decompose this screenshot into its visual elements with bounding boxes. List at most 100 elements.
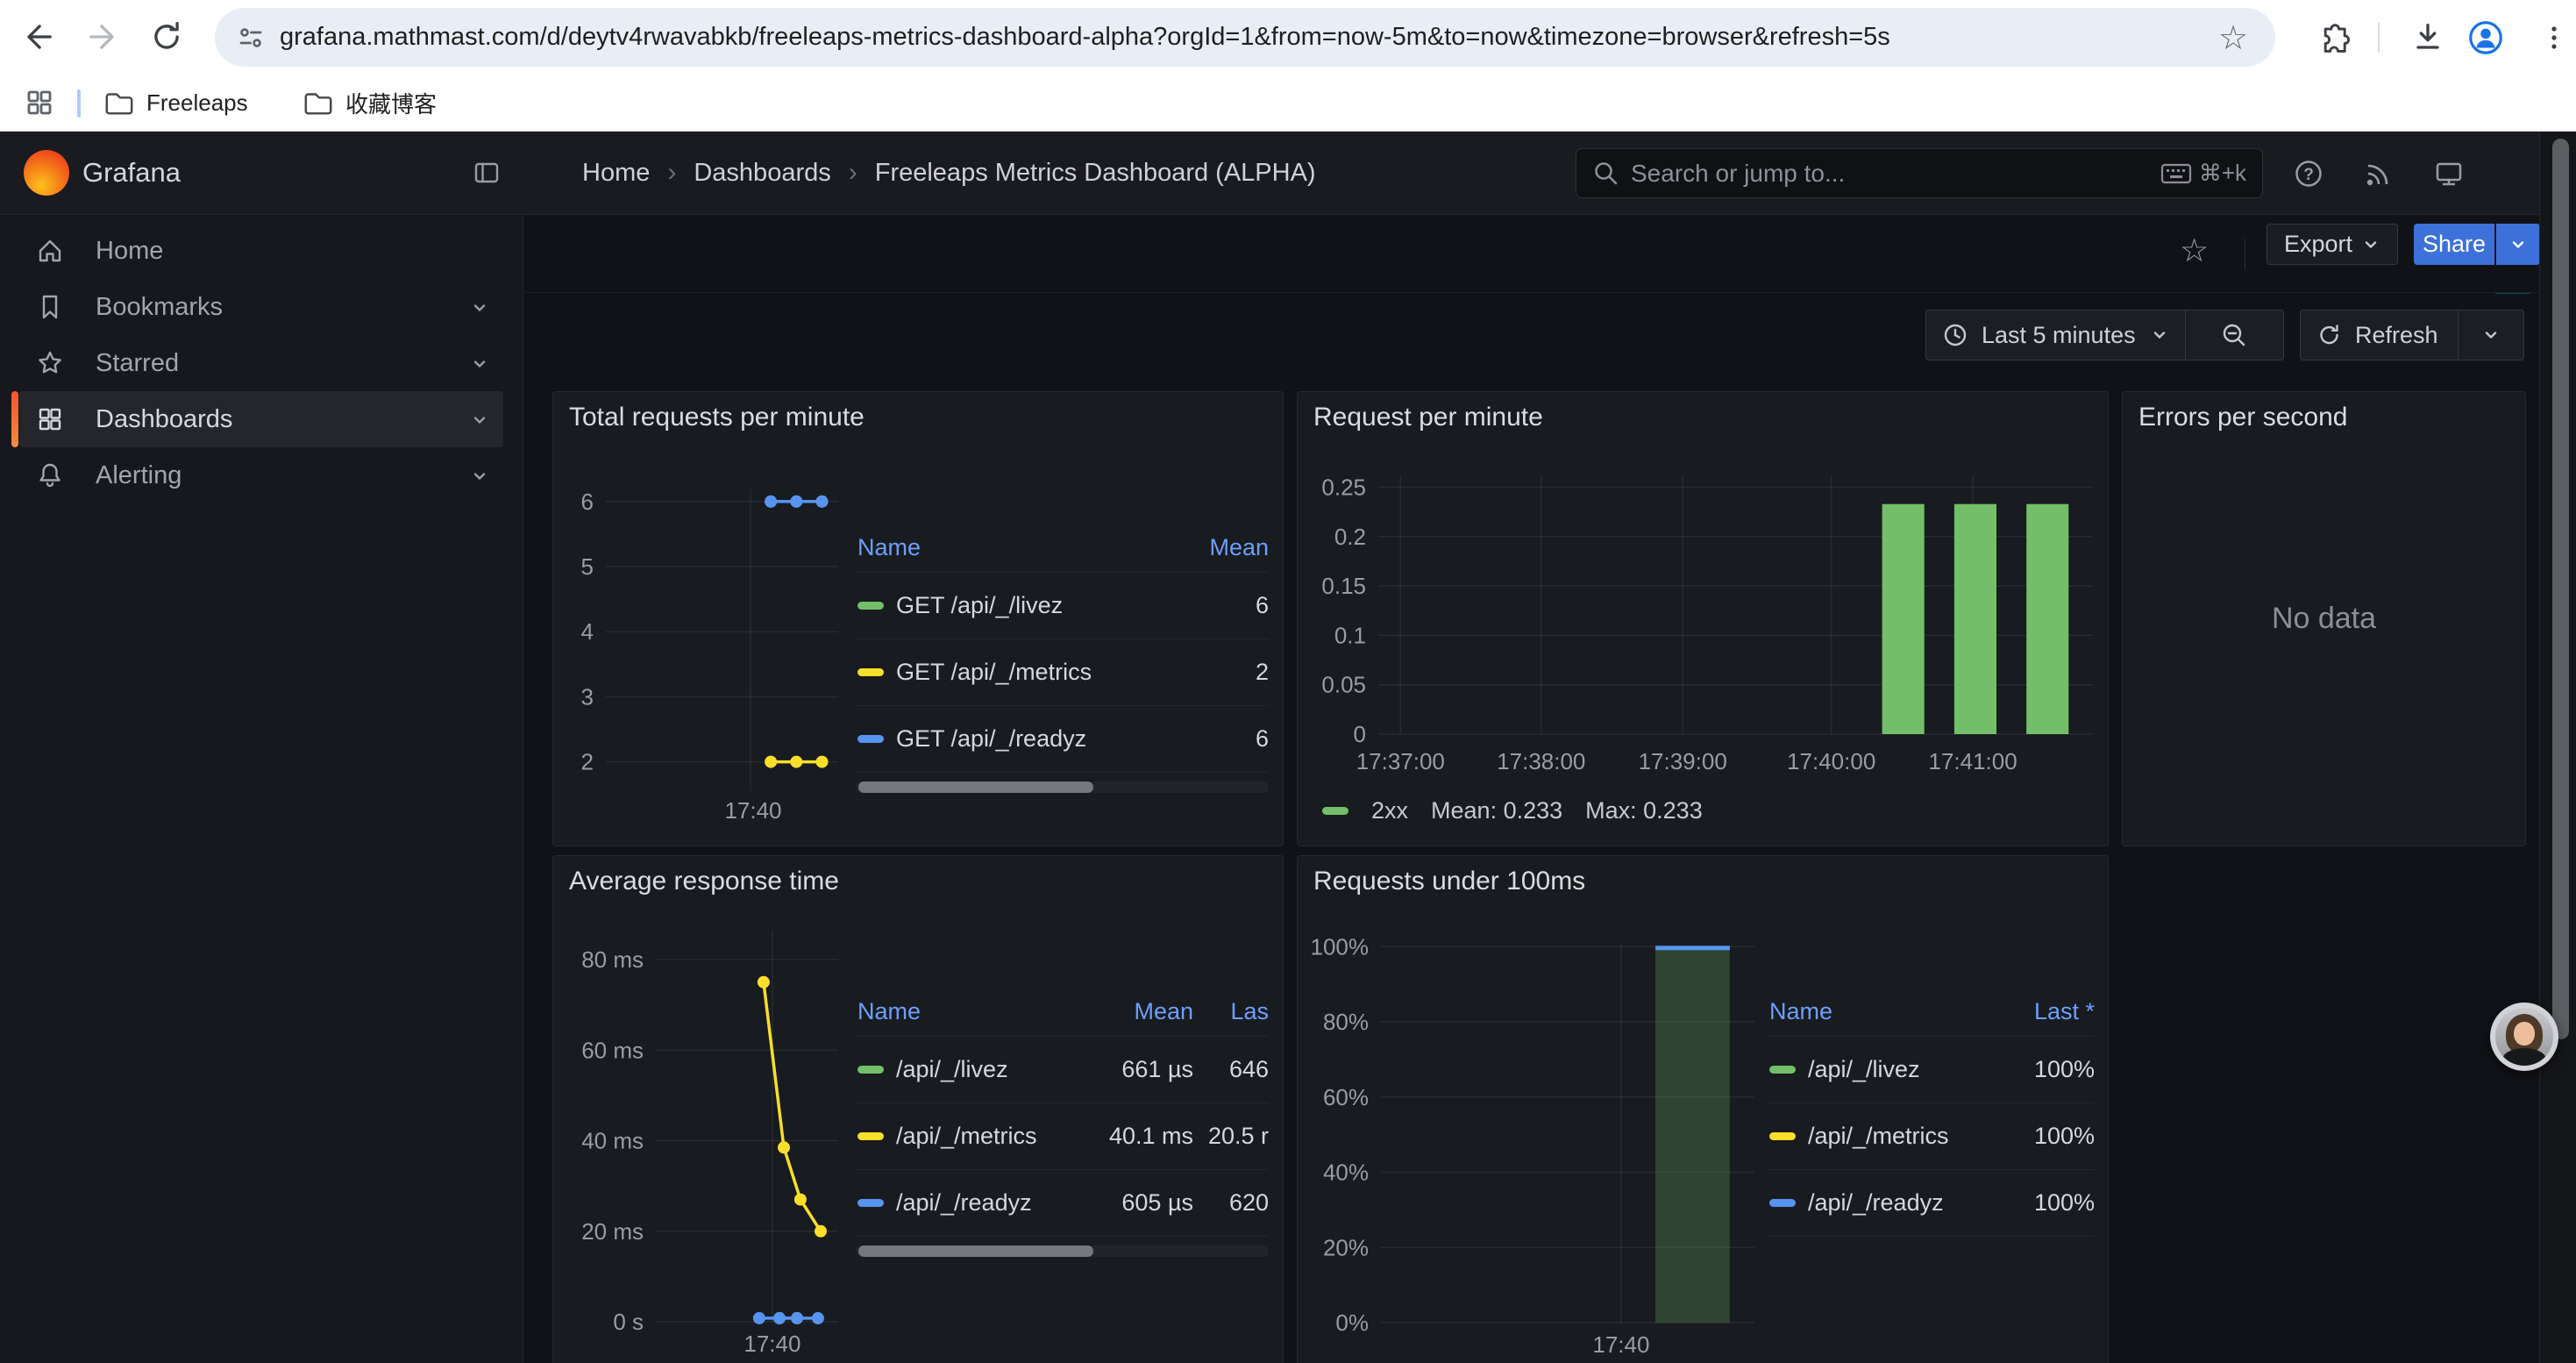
breadcrumb-item[interactable]: Home <box>582 159 650 188</box>
bookmarks-divider <box>77 89 81 118</box>
favorite-star-icon[interactable]: ☆ <box>2180 232 2209 269</box>
back-icon[interactable] <box>19 18 58 56</box>
legend-scrollbar[interactable] <box>856 781 1269 793</box>
chevron-down-icon[interactable] <box>468 465 491 488</box>
refresh-picker[interactable]: Refresh <box>2300 310 2524 360</box>
panel-title[interactable]: Total requests per minute <box>569 403 865 432</box>
panel-requests-per-minute[interactable]: Request per minute0.250.20.150.10.05017:… <box>1297 391 2109 846</box>
export-button[interactable]: Export <box>2266 224 2398 265</box>
legend-header-row: NameLast * <box>1768 988 2095 1037</box>
reload-icon[interactable] <box>147 18 186 56</box>
extensions-icon[interactable] <box>2313 18 2353 58</box>
chevron-down-icon[interactable] <box>468 353 491 375</box>
grafana-brand: Grafana <box>82 157 181 189</box>
zoom-out-button[interactable] <box>2186 321 2283 349</box>
panel-requests-under-100ms[interactable]: Requests under 100ms100%80%60%40%20%0%17… <box>1297 855 2109 1363</box>
svg-text:3: 3 <box>581 683 594 710</box>
svg-text:17:41:00: 17:41:00 <box>1928 748 2017 774</box>
svg-text:100%: 100% <box>1311 933 1370 960</box>
breadcrumb: Home›Dashboards›Freeleaps Metrics Dashbo… <box>582 132 1316 214</box>
forward-icon[interactable] <box>83 18 122 56</box>
panel-title[interactable]: Request per minute <box>1313 403 1543 432</box>
sidebar-item-home[interactable]: Home <box>19 223 503 279</box>
series-stat: Mean: 0.233 <box>1431 797 1562 824</box>
search-shortcut: ⌘+k <box>2160 160 2246 187</box>
browser-menu-icon[interactable] <box>2534 18 2574 58</box>
svg-text:0.2: 0.2 <box>1334 524 1366 550</box>
legend-row[interactable]: /api/_/metrics40.1 ms20.5 r <box>856 1103 1269 1170</box>
refresh-icon <box>2316 322 2343 348</box>
grafana-logo-icon[interactable] <box>24 150 69 196</box>
bookmark-item[interactable]: 收藏博客 <box>302 75 437 131</box>
chevron-down-icon[interactable] <box>468 296 491 319</box>
browser-toolbar: grafana.mathmast.com/d/deytv4rwavabkb/fr… <box>0 0 2576 75</box>
chart-bar: 0.250.20.150.10.05017:37:0017:38:0017:39… <box>1298 392 2110 847</box>
series-color-dash-icon <box>857 602 884 610</box>
sidebar-item-bookmarks[interactable]: Bookmarks <box>19 279 503 335</box>
legend-row[interactable]: /api/_/metrics100% <box>1768 1103 2095 1170</box>
svg-text:17:40:00: 17:40:00 <box>1787 748 1875 774</box>
panel-avg-response-time[interactable]: Average response time80 ms60 ms40 ms20 m… <box>552 855 1284 1363</box>
panel-errors-per-second[interactable]: Errors per secondNo data <box>2122 391 2526 846</box>
monitor-icon[interactable] <box>2430 155 2467 192</box>
breadcrumb-item[interactable]: Dashboards <box>694 159 830 188</box>
search-box[interactable]: ⌘+k <box>1576 148 2263 198</box>
site-settings-icon[interactable] <box>234 21 267 54</box>
sidebar-item-dashboards[interactable]: Dashboards <box>19 391 503 447</box>
time-range-picker[interactable]: Last 5 minutes <box>1925 310 2284 360</box>
search-input[interactable] <box>1631 160 2160 188</box>
grid-icon <box>33 403 67 436</box>
svg-text:60%: 60% <box>1323 1084 1369 1110</box>
series-value: 646 <box>1193 1056 1269 1083</box>
apps-grid-icon[interactable] <box>23 75 56 131</box>
legend-scrollbar[interactable] <box>856 1245 1269 1257</box>
series-name: /api/_/readyz <box>896 1189 1032 1217</box>
share-button[interactable]: Share <box>2414 224 2494 265</box>
svg-text:80%: 80% <box>1323 1009 1369 1035</box>
legend-row[interactable]: /api/_/readyz100% <box>1768 1170 2095 1237</box>
legend-column-header[interactable]: Name <box>1768 998 1981 1025</box>
svg-text:0.1: 0.1 <box>1334 622 1366 648</box>
breadcrumb-separator: › <box>849 158 857 188</box>
svg-text:17:38:00: 17:38:00 <box>1497 748 1585 774</box>
refresh-label: Refresh <box>2355 322 2438 349</box>
legend-column-header[interactable]: Last * <box>1981 998 2095 1025</box>
scrollbar-track[interactable] <box>2539 132 2576 1363</box>
svg-text:17:40: 17:40 <box>724 797 781 824</box>
profile-icon[interactable] <box>2466 18 2506 58</box>
refresh-interval-button[interactable] <box>2459 325 2523 345</box>
help-icon[interactable]: ? <box>2290 155 2327 192</box>
panel-title[interactable]: Average response time <box>569 867 839 896</box>
legend-row[interactable]: GET /api/_/metrics2 <box>856 639 1269 706</box>
dock-sidebar-icon[interactable] <box>470 156 503 189</box>
legend-column-header[interactable]: Las <box>1193 998 1269 1025</box>
sidebar-item-starred[interactable]: Starred <box>19 335 503 391</box>
sidebar-item-label: Dashboards <box>96 405 232 434</box>
legend-column-header[interactable]: Name <box>856 534 1199 561</box>
legend-column-header[interactable]: Name <box>856 998 1062 1025</box>
bookmark-item[interactable]: Freeleaps <box>103 75 248 131</box>
legend-row[interactable]: GET /api/_/readyz6 <box>856 706 1269 773</box>
series-value: 6 <box>1199 725 1269 753</box>
legend-row[interactable]: /api/_/livez100% <box>1768 1037 2095 1103</box>
share-menu-button[interactable] <box>2494 224 2540 265</box>
screen: grafana.mathmast.com/d/deytv4rwavabkb/fr… <box>0 0 2576 1363</box>
legend-column-header[interactable]: Mean <box>1062 998 1193 1025</box>
panel-total-requests[interactable]: Total requests per minute6543217:40NameM… <box>552 391 1284 846</box>
legend-row[interactable]: GET /api/_/livez6 <box>856 573 1269 639</box>
chevron-down-icon[interactable] <box>468 409 491 432</box>
url-bar[interactable]: grafana.mathmast.com/d/deytv4rwavabkb/fr… <box>215 8 2275 67</box>
legend-row[interactable]: /api/_/livez661 µs646 <box>856 1037 1269 1103</box>
legend-inline[interactable]: 2xxMean: 0.233Max: 0.233 <box>1322 797 1703 824</box>
sidebar-item-alerting[interactable]: Alerting <box>19 447 503 503</box>
bookmark-star-icon[interactable]: ☆ <box>2213 18 2253 58</box>
legend-column-header[interactable]: Mean <box>1199 534 1269 561</box>
series-name: /api/_/metrics <box>1808 1123 1949 1150</box>
sidebar-item-label: Home <box>96 237 163 266</box>
floating-avatar[interactable] <box>2490 1003 2558 1071</box>
rss-news-icon[interactable] <box>2359 155 2395 192</box>
legend-row[interactable]: /api/_/readyz605 µs620 <box>856 1170 1269 1237</box>
scrollbar-thumb[interactable] <box>2552 139 2569 1039</box>
panel-title[interactable]: Requests under 100ms <box>1313 867 1585 896</box>
download-icon[interactable] <box>2408 18 2448 58</box>
